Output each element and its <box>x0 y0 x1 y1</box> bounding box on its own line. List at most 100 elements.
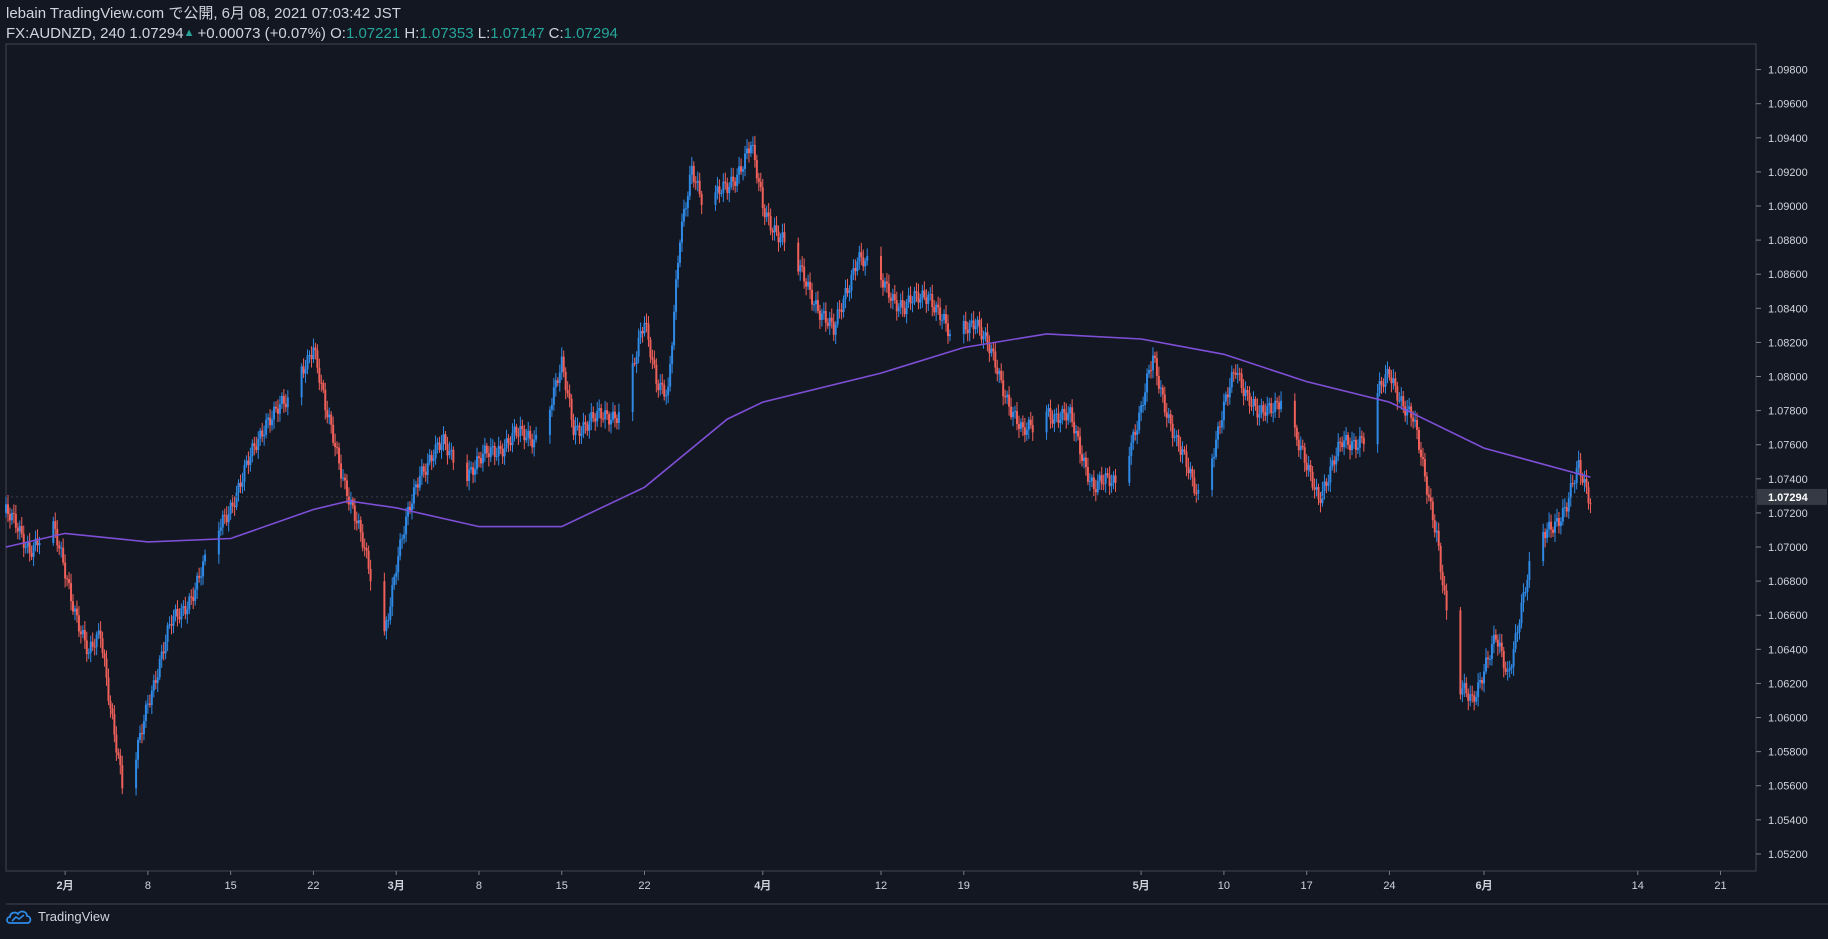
candle-body <box>897 306 900 312</box>
time-tick-label: 21 <box>1714 880 1726 892</box>
candle-body <box>444 434 447 445</box>
candle-body <box>233 505 236 508</box>
candle-body <box>493 446 496 457</box>
candle-body <box>548 409 551 435</box>
price-chart[interactable]: 1.05200 1.05400 1.05600 1.05800 1.06000 1.062… <box>0 0 1828 939</box>
candle-body <box>1518 623 1521 632</box>
candle-body <box>1490 644 1493 659</box>
candle-body <box>499 445 502 449</box>
candle-body <box>606 410 609 415</box>
candle-body <box>1098 475 1101 481</box>
candle-body <box>726 183 729 194</box>
candle-body <box>690 165 693 175</box>
candle-body <box>448 451 451 456</box>
candle-body <box>684 208 687 210</box>
candle-body <box>848 290 851 293</box>
candle-body <box>645 322 648 324</box>
candle-body <box>267 417 270 420</box>
candle-body <box>984 332 987 337</box>
candle-body <box>1488 658 1491 660</box>
candle-body <box>1248 392 1251 406</box>
candle-body <box>1146 373 1149 393</box>
candle-body <box>1315 486 1318 490</box>
candle-body <box>1463 682 1466 689</box>
candle-body <box>1079 436 1082 455</box>
candle-body <box>667 386 670 396</box>
candle-body <box>420 466 423 476</box>
candle-body <box>864 260 867 267</box>
candle-body <box>412 487 415 504</box>
candle-body <box>1021 422 1024 428</box>
candle-body <box>899 300 902 307</box>
candle-body <box>1575 468 1578 484</box>
candle-body <box>1067 413 1070 421</box>
candle-body <box>257 438 260 451</box>
moving-average-line <box>5 333 1591 548</box>
candle-body <box>168 624 171 626</box>
price-tick-label: 1.07400 <box>1768 474 1808 486</box>
candle-body <box>176 608 179 618</box>
candle-body <box>221 514 224 528</box>
candle-body <box>1329 466 1332 483</box>
candle-body <box>407 506 410 517</box>
candle-body <box>1486 657 1489 659</box>
candle-body <box>432 458 435 461</box>
price-axis[interactable]: 1.05200 1.05400 1.05600 1.05800 1.06000 1.062… <box>6 65 1827 861</box>
candle-body <box>1088 481 1091 483</box>
candle-body <box>1000 370 1003 381</box>
candle-body <box>1548 521 1551 530</box>
candle-body <box>196 575 199 590</box>
candle-body <box>783 232 786 243</box>
candle-body <box>312 347 315 360</box>
candle-body <box>1228 387 1231 398</box>
candle-body <box>204 554 207 562</box>
candle-body <box>397 556 400 573</box>
candle-body <box>1352 439 1355 442</box>
candle-body <box>775 225 778 232</box>
tradingview-branding[interactable]: TradingView <box>6 909 110 924</box>
candle-body <box>1500 642 1503 651</box>
candle-body <box>901 300 904 309</box>
candle-body <box>424 471 427 475</box>
candle-body <box>858 252 861 262</box>
candle-body <box>263 434 266 437</box>
candle-body <box>1138 412 1141 431</box>
candle-body <box>1319 499 1322 504</box>
candle-body <box>891 294 894 301</box>
candle-body <box>343 477 346 481</box>
candle-body <box>1128 456 1131 483</box>
candle-body <box>188 596 191 610</box>
candle-body <box>300 366 303 398</box>
candle-body <box>142 721 145 735</box>
candle-body <box>923 290 926 298</box>
candle-body <box>1130 442 1133 457</box>
candle-body <box>846 288 849 293</box>
candle-body <box>757 178 760 182</box>
candle-body <box>736 174 739 186</box>
candle-body <box>1412 417 1415 422</box>
candle-body <box>742 168 745 172</box>
candle-body <box>83 629 86 641</box>
candle-body <box>1467 693 1470 701</box>
price-tick-label: 1.08000 <box>1768 372 1808 384</box>
candle-body <box>799 265 802 272</box>
candle-body <box>728 186 731 194</box>
candle-body <box>1216 426 1219 440</box>
candle-body <box>64 562 67 579</box>
candle-body <box>915 291 918 293</box>
candle-body <box>751 144 754 146</box>
candle-body <box>1427 494 1430 498</box>
candle-body <box>1266 405 1269 416</box>
candle-body <box>887 283 890 298</box>
candle-body <box>769 216 772 231</box>
candle-body <box>1295 427 1298 440</box>
candle-body <box>1309 464 1312 472</box>
candle-body <box>600 408 603 419</box>
time-axis[interactable]: 2月 8 15 22 3月 8 15 22 4月 12 19 5月 10 17 24 6月 14 21 <box>57 871 1727 892</box>
candle-body <box>1061 409 1064 420</box>
candle-body <box>773 225 776 233</box>
last-price-label: 1.07294 <box>1768 492 1809 504</box>
candle-body <box>148 703 151 705</box>
candle-body <box>734 181 737 186</box>
candle-body <box>1272 412 1275 414</box>
